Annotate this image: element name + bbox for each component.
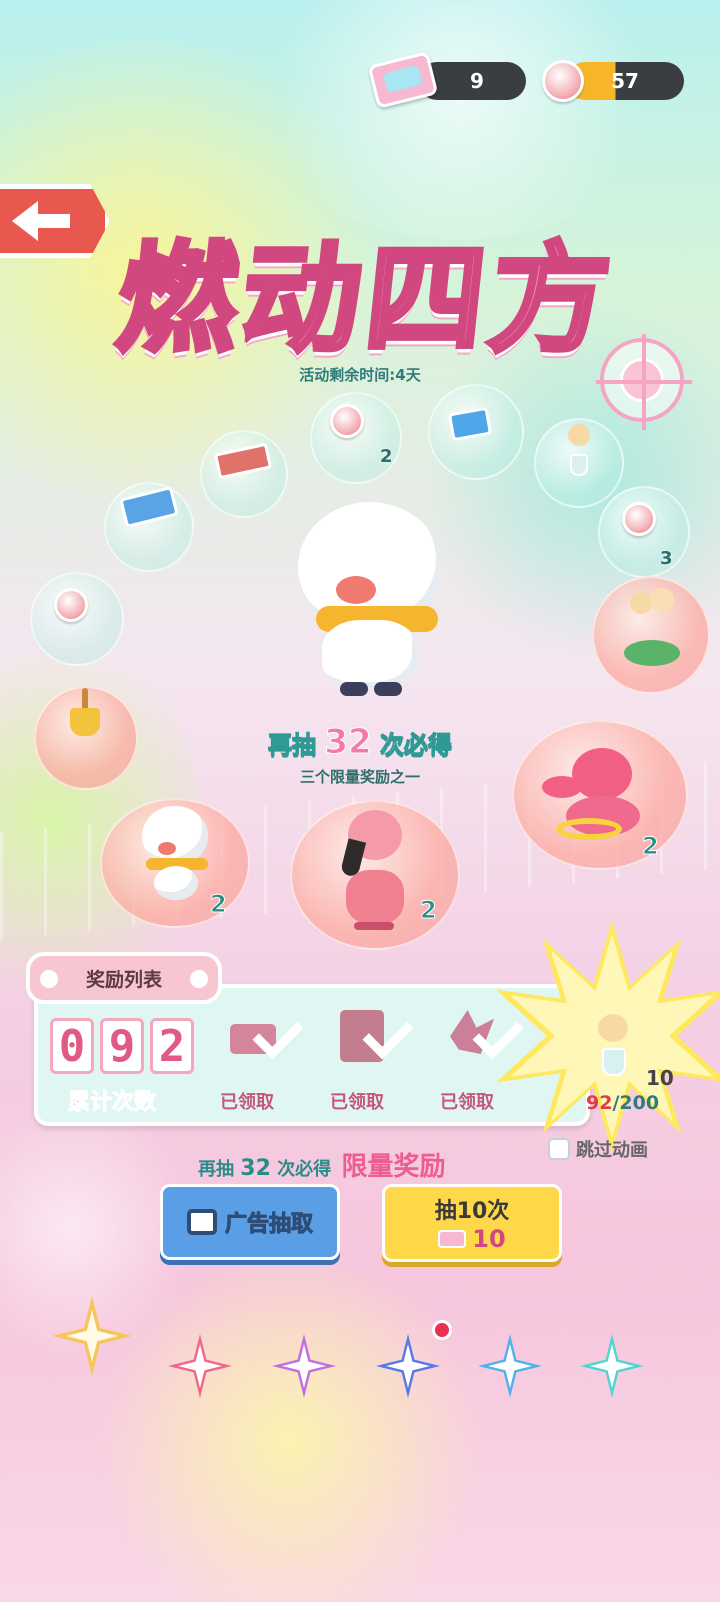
ticket-count: 9	[470, 69, 484, 93]
pity-prefix: 再抽	[198, 1159, 234, 1180]
flower-bouquet-icon	[624, 588, 680, 668]
ad-draw-button[interactable]: 广告抽取	[160, 1184, 340, 1260]
pet-count: 2	[210, 890, 228, 919]
arrow-left-icon	[12, 201, 38, 241]
ticket-icon	[367, 51, 439, 109]
progress-star-icon[interactable]	[272, 1334, 336, 1398]
coin-icon	[542, 60, 584, 102]
pity-number: 32	[240, 1156, 271, 1181]
event-title: 燃动四方	[109, 227, 625, 370]
pity-mid: 次必得	[277, 1159, 332, 1180]
pet-count: 2	[420, 896, 438, 925]
coin-reward-icon	[54, 588, 88, 622]
coin-reward-icon	[622, 502, 656, 536]
pet-count: 2	[642, 832, 660, 861]
counter-digit: 2	[150, 1018, 194, 1074]
arrow-left-shaft	[38, 214, 70, 228]
notification-dot	[432, 1320, 452, 1340]
progress-total: /200	[612, 1092, 660, 1114]
claimed-label: 已领取	[330, 1092, 384, 1113]
progress-star-icon[interactable]	[168, 1334, 232, 1398]
paw-icon	[40, 970, 58, 988]
flamingo-pet-icon	[334, 810, 414, 950]
skip-animation-toggle[interactable]: 跳过动画	[548, 1136, 648, 1162]
checkbox-icon	[548, 1138, 570, 1160]
draw-10-cost-value: 10	[472, 1225, 506, 1253]
counter-digit: 9	[100, 1018, 144, 1074]
progress-current: 92	[586, 1092, 613, 1114]
pity-number: 32	[324, 722, 372, 763]
draw-10-cost: 10	[438, 1225, 506, 1253]
coin-reward-icon	[330, 404, 364, 438]
tv-icon	[186, 1209, 217, 1235]
progress-star-icon[interactable]	[478, 1334, 542, 1398]
pity-tail: 限量奖励	[341, 1152, 446, 1182]
ad-draw-label: 广告抽取	[224, 1212, 313, 1238]
reward-count: 3	[660, 548, 673, 569]
draw-10-button[interactable]: 抽10次 10	[382, 1184, 562, 1262]
capture-target-icon[interactable]	[596, 334, 692, 430]
pity-suffix: 次必得	[380, 731, 453, 760]
flower-vase-icon	[596, 1014, 632, 1078]
claimed-label: 已领取	[440, 1092, 494, 1113]
ticket-icon	[438, 1230, 467, 1248]
featured-duck-character	[292, 502, 452, 712]
next-reward-progress: 92/200	[586, 1092, 659, 1114]
duck-pet-icon	[140, 806, 212, 904]
bottom-pity-line: 再抽 32 次必得 限量奖励	[198, 1146, 445, 1183]
reward-count: 2	[380, 446, 393, 467]
progress-star-icon[interactable]	[580, 1334, 644, 1398]
next-reward-count: 10	[646, 1066, 674, 1090]
coin-count: 57	[611, 69, 639, 93]
skip-animation-label: 跳过动画	[576, 1140, 648, 1161]
dino-pet-icon	[542, 748, 652, 858]
count-label: 累计次数	[67, 1090, 157, 1116]
paw-icon	[190, 970, 208, 988]
progress-star-icon[interactable]	[52, 1296, 132, 1376]
flower-vase-icon	[566, 424, 592, 476]
reward-list-label: 奖励列表	[85, 968, 162, 991]
counter-digit: 0	[50, 1018, 94, 1074]
claimed-label: 已领取	[220, 1092, 274, 1113]
draw-10-label: 抽10次	[434, 1199, 510, 1224]
reward-list-tab[interactable]: 奖励列表	[26, 952, 222, 1004]
progress-star-icon[interactable]	[376, 1334, 440, 1398]
pity-prefix: 再抽	[267, 731, 316, 760]
